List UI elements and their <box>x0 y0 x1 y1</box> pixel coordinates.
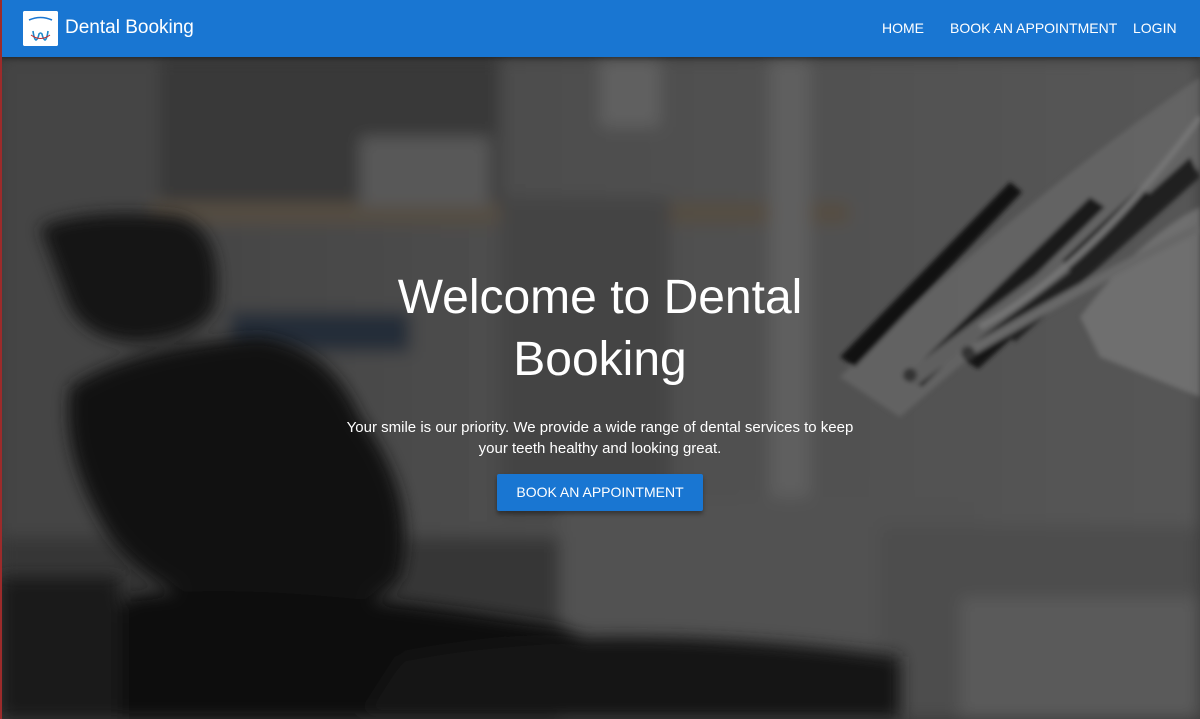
nav-login-link[interactable]: LOGIN <box>1133 20 1177 37</box>
hero-content: Welcome to Dental Booking Your smile is … <box>300 267 900 511</box>
book-appointment-button[interactable]: BOOK AN APPOINTMENT <box>497 474 703 511</box>
window-edge <box>0 0 2 719</box>
logo[interactable] <box>23 11 58 46</box>
hero-section: Welcome to Dental Booking Your smile is … <box>0 57 1200 719</box>
app-brand[interactable]: Dental Booking <box>65 17 194 39</box>
nav-home-link[interactable]: HOME <box>882 20 924 37</box>
dental-office-logo-icon <box>23 11 58 46</box>
hero-title: Welcome to Dental Booking <box>397 271 803 386</box>
top-app-bar: Dental Booking HOME BOOK AN APPOINTMENT … <box>0 0 1200 57</box>
hero-subtitle: Your smile is our priority. We provide a… <box>346 419 854 457</box>
nav-book-appointment-link[interactable]: BOOK AN APPOINTMENT <box>950 20 1117 37</box>
